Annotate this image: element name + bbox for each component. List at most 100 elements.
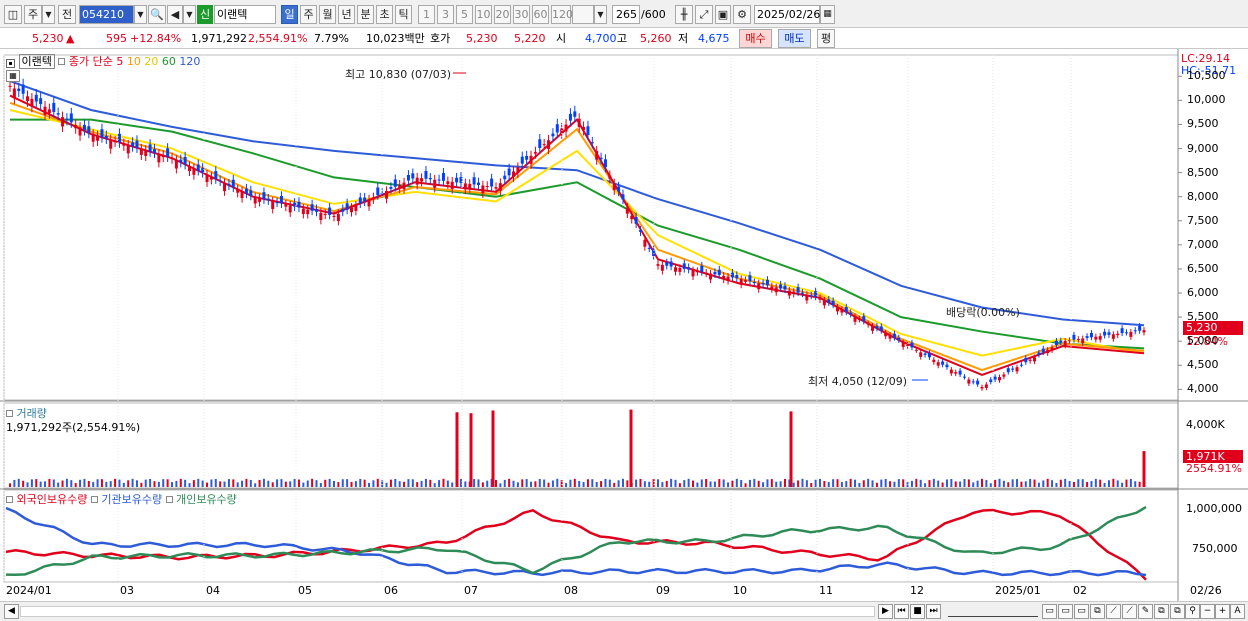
period-month-button[interactable]: 월 bbox=[319, 5, 336, 24]
pen-icon[interactable]: ✎ bbox=[1138, 604, 1153, 619]
stock-name-field[interactable]: 이랜텍 bbox=[214, 5, 276, 24]
volume-bar bbox=[495, 479, 497, 487]
volume-bar bbox=[175, 480, 178, 487]
rewind-icon[interactable]: ⏮ bbox=[894, 604, 909, 619]
plus-icon[interactable]: + bbox=[1215, 604, 1230, 619]
stop-icon[interactable]: ■ bbox=[910, 604, 925, 619]
candle-body bbox=[258, 198, 262, 202]
custom-count-dropdown-icon[interactable]: ▼ bbox=[594, 5, 607, 24]
search-icon[interactable]: 🔍 bbox=[148, 5, 166, 24]
volume-bar bbox=[166, 479, 169, 487]
layout3-icon[interactable]: ▭ bbox=[1074, 604, 1089, 619]
volume-bar bbox=[451, 482, 454, 487]
candle-body bbox=[573, 111, 577, 117]
copy-icon[interactable]: ⧉ bbox=[1154, 604, 1169, 619]
period-tick-button[interactable]: 틱 bbox=[395, 5, 412, 24]
volume-bar bbox=[792, 482, 795, 487]
grid-toggle-icon[interactable]: ▦ bbox=[6, 70, 20, 82]
volume-bar bbox=[775, 481, 778, 487]
candle-body bbox=[901, 342, 905, 347]
candle-body bbox=[1063, 340, 1067, 346]
period-day-button[interactable]: 일 bbox=[281, 5, 298, 24]
custom-count-input[interactable] bbox=[572, 5, 594, 24]
save-icon[interactable]: ▣ bbox=[715, 5, 731, 24]
date-input[interactable]: 2025/02/26 bbox=[754, 5, 820, 24]
count-3-button[interactable]: 3 bbox=[437, 5, 454, 24]
buy-button[interactable]: 매수 bbox=[739, 29, 772, 48]
volume-legend-box-icon bbox=[6, 410, 13, 417]
period-prev-button[interactable]: 전 bbox=[58, 5, 76, 24]
candle-body bbox=[262, 192, 266, 200]
foreign-legend: 외국인보유수량 bbox=[16, 493, 88, 506]
stack-icon[interactable]: ⧉ bbox=[1170, 604, 1185, 619]
candle-body bbox=[1124, 332, 1128, 334]
candle-body bbox=[774, 287, 778, 293]
period-week-button[interactable]: 주 bbox=[300, 5, 317, 24]
pane-menu-icon[interactable]: ▪ bbox=[6, 59, 15, 68]
count-1-button[interactable]: 1 bbox=[418, 5, 435, 24]
volume-bar bbox=[354, 481, 357, 487]
volume-ratio: 2,554.91% bbox=[248, 32, 308, 45]
candle-type-icon[interactable]: ╫ bbox=[675, 5, 693, 24]
period-minute-button[interactable]: 분 bbox=[357, 5, 374, 24]
count-30-button[interactable]: 30 bbox=[513, 5, 530, 24]
candle-body bbox=[831, 300, 835, 305]
volume-bar bbox=[569, 479, 572, 487]
layout2-icon[interactable]: ▭ bbox=[1058, 604, 1073, 619]
font-size-icon[interactable]: A bbox=[1230, 604, 1245, 619]
period-year-button[interactable]: 년 bbox=[338, 5, 355, 24]
draw-line-icon[interactable]: ⟋ bbox=[1106, 604, 1121, 619]
candle-body bbox=[188, 166, 192, 172]
candle-body bbox=[1011, 368, 1015, 370]
volume-bar bbox=[779, 481, 782, 487]
scroll-right-icon[interactable]: ▶ bbox=[878, 604, 893, 619]
candle-body bbox=[730, 272, 734, 278]
gear-icon[interactable]: ⚙ bbox=[733, 5, 751, 24]
layout1-icon[interactable]: ▭ bbox=[1042, 604, 1057, 619]
candle-body bbox=[393, 179, 397, 187]
period-main-button[interactable]: 주 bbox=[24, 5, 42, 24]
candle-body bbox=[319, 212, 323, 220]
chevron-down-icon[interactable]: ▼ bbox=[42, 5, 55, 24]
period-second-button[interactable]: 초 bbox=[376, 5, 393, 24]
compare-icon[interactable]: ⧉ bbox=[1090, 604, 1105, 619]
volume-value-label: 1,971,292주(2,554.91%) bbox=[6, 421, 141, 434]
scroll-track[interactable] bbox=[20, 606, 875, 617]
count-5-button[interactable]: 5 bbox=[456, 5, 473, 24]
stock-code-input[interactable]: 054210 bbox=[79, 5, 134, 24]
low-price: 4,675 bbox=[698, 32, 730, 45]
volume-bar bbox=[57, 482, 60, 487]
calendar-icon[interactable]: ▦ bbox=[820, 5, 835, 24]
price-volume-chart[interactable] bbox=[0, 49, 1248, 601]
candle-body bbox=[166, 148, 170, 157]
fast-forward-icon[interactable]: ⏭ bbox=[926, 604, 941, 619]
draw-tool-icon[interactable]: ⤢ bbox=[695, 5, 713, 24]
chart-area[interactable]: ▪ 이랜텍 종가 단순 5 10 20 60 120 ▦ LC:29.14 HC… bbox=[0, 49, 1248, 601]
candle-body bbox=[1072, 334, 1076, 340]
count-20-button[interactable]: 20 bbox=[494, 5, 511, 24]
open-price: 4,700 bbox=[585, 32, 617, 45]
scroll-left-icon[interactable]: ◀ bbox=[4, 604, 19, 619]
speaker-icon[interactable]: ◀ bbox=[167, 5, 183, 24]
volume-bar bbox=[223, 481, 226, 487]
candle-body bbox=[962, 376, 966, 378]
window-menu-icon[interactable]: ◫ bbox=[4, 5, 22, 24]
count-10-button[interactable]: 10 bbox=[475, 5, 492, 24]
count-60-button[interactable]: 60 bbox=[532, 5, 549, 24]
candle-body bbox=[293, 202, 297, 207]
draw-tool2-icon[interactable]: ⟋ bbox=[1122, 604, 1137, 619]
speaker-dropdown-icon[interactable]: ▼ bbox=[183, 5, 196, 24]
candle-body bbox=[691, 270, 695, 277]
code-dropdown-icon[interactable]: ▼ bbox=[134, 5, 147, 24]
candle-body bbox=[936, 362, 940, 366]
sell-button[interactable]: 매도 bbox=[778, 29, 811, 48]
range-input[interactable]: 265 bbox=[612, 5, 640, 24]
zoom-icon[interactable]: ⚲ bbox=[1185, 604, 1200, 619]
price-y-tick-label: 9,500 bbox=[1187, 117, 1219, 131]
candle-body bbox=[350, 207, 354, 213]
minus-icon[interactable]: − bbox=[1200, 604, 1215, 619]
evaluate-button[interactable]: 평 bbox=[817, 29, 835, 48]
volume-bar bbox=[74, 483, 77, 487]
zoom-slider[interactable] bbox=[948, 606, 1038, 617]
count-120-button[interactable]: 120 bbox=[551, 5, 573, 24]
